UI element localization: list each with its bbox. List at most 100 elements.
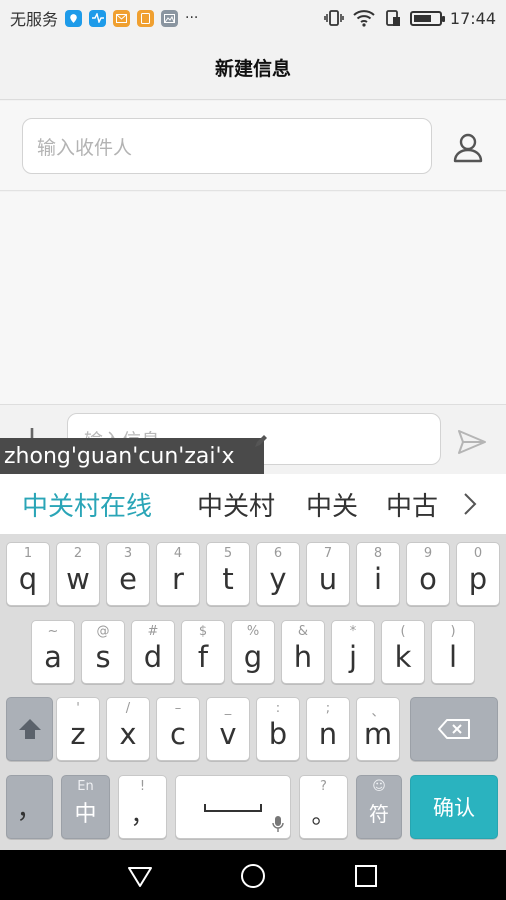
key-label: s [95,640,111,674]
key-secondary-label: : [275,701,281,716]
key-secondary-label: & [297,624,309,639]
home-icon[interactable] [239,862,267,890]
letter-key[interactable]: 0p [456,542,500,606]
pinyin-text: zhong'guan'cun'zai'x [4,443,235,469]
page-title-bar: 新建信息 [0,36,506,100]
candidate-item[interactable]: 中关 [306,486,358,523]
wifi-icon [353,10,375,27]
letter-key[interactable]: % g [231,620,275,684]
key-secondary-label: ( [400,624,406,639]
pinyin-composition: zhong'guan'cun'zai'x [0,438,264,474]
symbol-key[interactable]: ☺ 符 [356,775,402,839]
candidate-item[interactable]: 中关村在线 [22,486,152,523]
send-button[interactable] [456,427,488,457]
language-switch-sub: En [77,779,94,794]
recents-icon[interactable] [352,862,380,890]
letter-key[interactable]: @ s [81,620,125,684]
symbol-key-label: 符 [369,801,389,826]
navigation-bar [0,850,506,900]
comma-key[interactable]: ， [6,775,53,839]
letter-key[interactable]: # d [131,620,175,684]
recipient-input[interactable]: 输入收件人 [22,118,432,174]
key-secondary-label: 3 [123,546,133,561]
letter-key[interactable]: 9o [406,542,450,606]
letter-key[interactable]: 5t [206,542,250,606]
letter-key[interactable]: ~ a [31,620,75,684]
letter-key[interactable]: 、 m [356,697,400,761]
candidate-item[interactable]: 中古 [386,486,438,523]
letter-key[interactable]: 6y [256,542,300,606]
backspace-key[interactable] [410,697,498,761]
punctuation-key-label: ， [130,800,155,829]
space-key[interactable] [175,775,291,839]
key-label: u [318,562,338,596]
letter-key[interactable]: ) l [431,620,475,684]
letter-key[interactable]: * j [331,620,375,684]
letter-key[interactable]: ; n [306,697,350,761]
letter-key[interactable]: 3e [106,542,150,606]
key-label: h [293,640,313,674]
period-key[interactable]: ? 。 [299,775,348,839]
microphone-icon [272,816,284,832]
confirm-key[interactable]: 确认 [410,775,498,839]
language-switch-key[interactable]: En 中 [61,775,110,839]
letter-key[interactable]: ' z [56,697,100,761]
key-label: z [70,717,86,751]
status-bar: 无服务 ··· 17:44 [0,0,506,36]
key-label: n [318,717,338,751]
letter-key[interactable]: :b [256,697,300,761]
letter-key[interactable]: 7u [306,542,350,606]
backspace-icon [438,719,470,739]
shift-arrow-icon [18,719,41,739]
key-secondary-label: – [174,701,182,716]
key-label: y [269,562,287,596]
key-label: r [172,562,184,596]
health-icon [89,9,107,27]
key-secondary-label: ~ [47,624,59,639]
key-secondary-label: 5 [223,546,233,561]
letter-key[interactable]: 8i [356,542,400,606]
key-label: a [44,640,62,674]
key-secondary-label: / [125,701,131,716]
contact-picker-icon[interactable] [448,128,488,168]
key-label: c [170,717,186,751]
letter-key[interactable]: 1q [6,542,50,606]
letter-key[interactable]: 4r [156,542,200,606]
punctuation-key[interactable]: ! ， [118,775,167,839]
back-icon[interactable] [126,862,154,890]
confirm-key-label: 确认 [433,796,475,820]
space-bar-icon [204,804,262,812]
key-secondary-label: 、 [371,705,385,720]
key-secondary-label: 4 [173,546,183,561]
candidate-item[interactable]: 中关村 [197,486,275,523]
letter-key[interactable]: 2w [56,542,100,606]
key-secondary-label: $ [198,624,208,639]
key-label: x [119,717,137,751]
pinyin-edit-icon[interactable] [253,433,269,449]
recipient-placeholder: 输入收件人 [37,136,133,159]
key-secondary-label: 6 [273,546,283,561]
chevron-right-icon[interactable] [460,490,480,518]
vibrate-icon [324,10,344,26]
key-secondary-label: 7 [323,546,333,561]
key-secondary-label: @ [96,624,110,639]
key-label: j [348,640,358,674]
key-secondary-label: # [147,624,159,639]
letter-key[interactable]: $ f [181,620,225,684]
key-label: p [468,562,488,596]
language-switch-label: 中 [74,802,97,827]
key-secondary-label: 8 [373,546,383,561]
letter-key[interactable]: – c [156,697,200,761]
soft-keyboard: ， En 中 ! ， ? 。 ☺ 符 确认 1q2w3e4r5t6y7u8i9o… [0,534,506,850]
key-label: v [219,717,237,751]
key-secondary-label: ; [325,701,331,716]
letter-key[interactable]: / x [106,697,150,761]
letter-key[interactable]: & h [281,620,325,684]
message-thread-area [0,192,506,404]
letter-key[interactable]: _ v [206,697,250,761]
shift-key[interactable] [6,697,53,761]
letter-key[interactable]: (k [381,620,425,684]
key-secondary-label: * [349,624,357,639]
period-key-sub: ? [320,779,327,794]
key-secondary-label: ) [450,624,456,639]
